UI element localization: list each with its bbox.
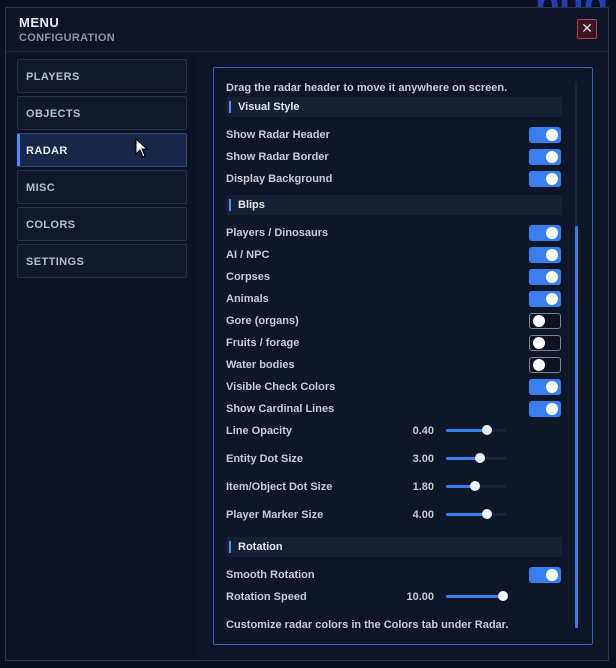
toggle-label: Water bodies <box>226 359 295 371</box>
toggle-label: Smooth Rotation <box>226 569 315 581</box>
entity-dot-size-slider[interactable] <box>446 453 506 463</box>
toggle-label: Display Background <box>226 173 333 185</box>
slider-value: 4.00 <box>412 509 434 521</box>
fruits-forage-toggle[interactable] <box>529 335 561 351</box>
radar-settings-panel: Drag the radar header to move it anywher… <box>213 67 593 645</box>
toggle-label: Players / Dinosaurs <box>226 227 329 239</box>
toggle-label: Show Cardinal Lines <box>226 403 335 415</box>
slider-value: 3.00 <box>412 453 434 465</box>
section-rotation: Rotation <box>226 537 562 557</box>
corpses-toggle[interactable] <box>529 269 561 285</box>
show-radar-border-toggle[interactable] <box>529 149 561 165</box>
nav-item-colors[interactable]: COLORS <box>17 207 187 241</box>
toggle-label: Animals <box>226 293 269 305</box>
nav-item-misc[interactable]: MISC <box>17 170 187 204</box>
scrollbar-thumb[interactable] <box>575 226 578 628</box>
visible-check-colors-toggle[interactable] <box>529 379 561 395</box>
hint-bottom: Customize radar colors in the Colors tab… <box>226 619 509 631</box>
window-subtitle: CONFIGURATION <box>19 32 115 44</box>
toggle-label: Visible Check Colors <box>226 381 336 393</box>
slider-label: Item/Object Dot Size <box>226 481 333 493</box>
slider-thumb[interactable] <box>469 481 480 491</box>
toggle-label: Gore (organs) <box>226 315 299 327</box>
animals-toggle[interactable] <box>529 291 561 307</box>
slider-thumb[interactable] <box>481 509 492 519</box>
slider-value: 10.00 <box>406 591 434 603</box>
mouse-cursor-icon <box>135 138 149 158</box>
slider-label: Line Opacity <box>226 425 293 437</box>
slider-value: 1.80 <box>412 481 434 493</box>
config-window: MENU CONFIGURATION ✕ PLAYERS OBJECTS RAD… <box>5 7 609 661</box>
slider-thumb[interactable] <box>481 425 492 435</box>
sidebar: PLAYERS OBJECTS RADAR MISC COLORS SETTIN… <box>6 53 197 660</box>
rotation-speed-slider[interactable] <box>446 591 508 601</box>
players-dinosaurs-toggle[interactable] <box>529 225 561 241</box>
display-background-toggle[interactable] <box>529 171 561 187</box>
slider-value: 0.40 <box>412 425 434 437</box>
toggle-label: Fruits / forage <box>226 337 300 349</box>
slider-thumb[interactable] <box>475 453 486 463</box>
close-icon[interactable]: ✕ <box>577 19 597 39</box>
window-header[interactable]: MENU CONFIGURATION ✕ <box>6 8 608 52</box>
line-opacity-slider[interactable] <box>446 425 506 435</box>
nav-item-players[interactable]: PLAYERS <box>17 59 187 93</box>
show-cardinal-lines-toggle[interactable] <box>529 401 561 417</box>
toggle-label: AI / NPC <box>226 249 270 261</box>
gore-organs-toggle[interactable] <box>529 313 561 329</box>
toggle-label: Show Radar Border <box>226 151 329 163</box>
slider-label: Player Marker Size <box>226 509 324 521</box>
nav-item-radar[interactable]: RADAR <box>17 133 187 167</box>
window-title: MENU <box>19 15 60 30</box>
toggle-label: Corpses <box>226 271 271 283</box>
water-bodies-toggle[interactable] <box>529 357 561 373</box>
smooth-rotation-toggle[interactable] <box>529 567 561 583</box>
nav-item-objects[interactable]: OBJECTS <box>17 96 187 130</box>
slider-thumb[interactable] <box>498 591 508 601</box>
show-radar-header-toggle[interactable] <box>529 127 561 143</box>
toggle-label: Show Radar Header <box>226 129 330 141</box>
section-visual-style: Visual Style <box>226 97 562 117</box>
nav-item-settings[interactable]: SETTINGS <box>17 244 187 278</box>
ai-npc-toggle[interactable] <box>529 247 561 263</box>
player-marker-size-slider[interactable] <box>446 509 506 519</box>
hint-top: Drag the radar header to move it anywher… <box>226 82 508 94</box>
slider-label: Entity Dot Size <box>226 453 304 465</box>
slider-label: Rotation Speed <box>226 591 307 603</box>
section-blips: Blips <box>226 195 562 215</box>
item-object-dot-size-slider[interactable] <box>446 481 506 491</box>
